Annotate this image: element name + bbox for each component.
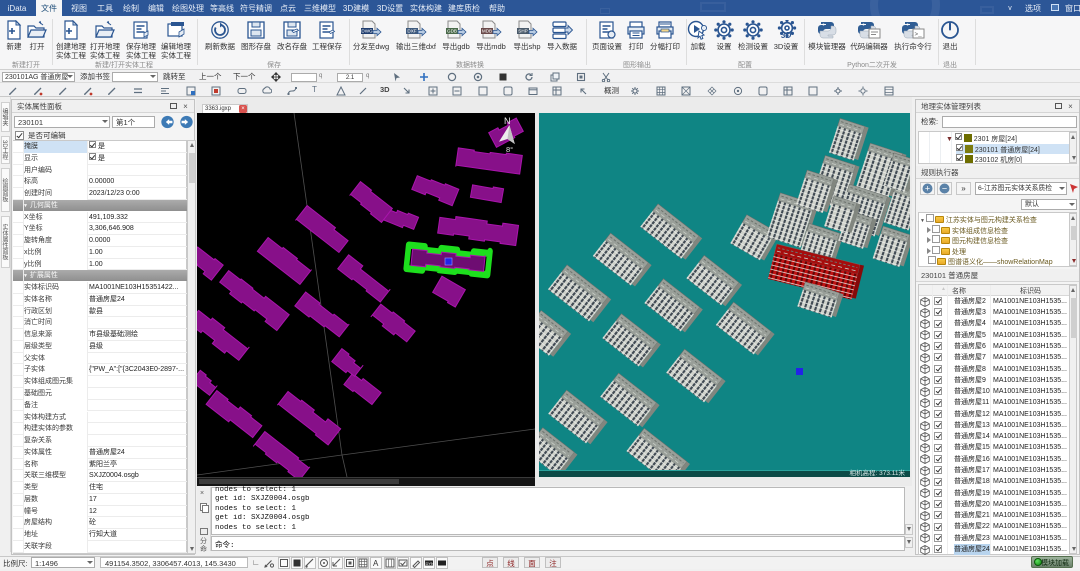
svg-text:DWG: DWG — [361, 29, 373, 34]
svg-text:GDB: GDB — [447, 29, 457, 34]
svg-text:−: − — [942, 184, 947, 194]
svg-text:DYN: DYN — [426, 561, 435, 566]
svg-text:MDB: MDB — [482, 29, 492, 34]
svg-text:DXF: DXF — [407, 29, 416, 34]
svg-text:+: + — [925, 184, 930, 194]
svg-text:SHP: SHP — [518, 29, 527, 34]
svg-text:A: A — [373, 559, 379, 568]
svg-text:3D: 3D — [781, 31, 791, 40]
svg-text:8°: 8° — [506, 145, 513, 154]
svg-text:>_: >_ — [915, 31, 923, 38]
svg-text:相机高程: 373.11米: 相机高程: 373.11米 — [849, 468, 905, 477]
svg-text:N: N — [504, 116, 511, 126]
